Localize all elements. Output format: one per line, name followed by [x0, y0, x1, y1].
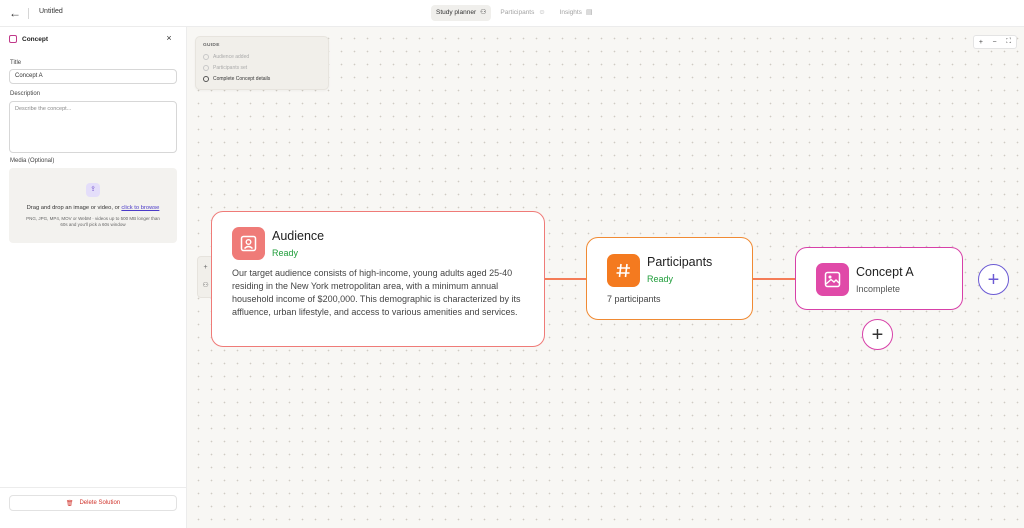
participants-node[interactable]: Participants Ready 7 participants	[586, 237, 753, 320]
guide-item[interactable]: Complete Concept details	[203, 76, 270, 82]
tab-label: Participants	[500, 9, 535, 16]
people-icon: ☺	[538, 9, 546, 16]
image-icon	[816, 263, 849, 296]
circle-icon	[203, 76, 209, 82]
check-circle-icon	[203, 65, 209, 71]
tab-bar: Study planner ⚇ Participants ☺ Insights …	[431, 5, 598, 21]
edge-audience-participants	[545, 278, 586, 280]
guide-item-label: Participants set	[213, 65, 248, 71]
dropzone-text: Drag and drop an image or video, or clic…	[9, 205, 177, 211]
panel-title: Concept	[22, 35, 48, 43]
delete-label: Delete Solution	[79, 500, 121, 506]
node-title: Audience	[272, 229, 325, 243]
tab-label: Insights	[559, 9, 582, 16]
guide-item-label: Complete Concept details	[213, 76, 271, 82]
chart-icon: ▤	[585, 9, 593, 16]
hash-icon	[607, 254, 640, 287]
edge-participants-concept	[753, 278, 795, 280]
add-node-below-button[interactable]: +	[862, 319, 893, 350]
divider	[28, 8, 29, 19]
node-title: Concept A	[856, 265, 914, 279]
description-textarea[interactable]: Describe the concept...	[9, 101, 177, 153]
tab-insights[interactable]: Insights ▤	[555, 5, 598, 21]
guide-item-label: Audience added	[213, 54, 250, 60]
media-dropzone[interactable]: ⇪ Drag and drop an image or video, or cl…	[9, 168, 177, 243]
tab-study-planner[interactable]: Study planner ⚇	[431, 5, 492, 21]
dropzone-hint: PNG, JPG, MP4, MOV or WebM · videos up t…	[26, 216, 160, 227]
guide-item: Participants set	[203, 65, 247, 71]
zoom-controls: + − ⛶	[973, 35, 1017, 49]
add-node-right-button[interactable]: +	[978, 264, 1009, 295]
description-label: Description	[10, 91, 41, 97]
guide-panel: GUIDE Audience added Participants set Co…	[195, 36, 329, 90]
title-label: Title	[10, 60, 22, 66]
flow-icon: ⚇	[480, 9, 487, 16]
top-bar: ← Untitled Study planner ⚇ Participants …	[0, 0, 1024, 27]
status-ready: Ready	[272, 248, 299, 258]
upload-icon: ⇪	[86, 183, 100, 197]
document-title[interactable]: Untitled	[39, 8, 63, 15]
concept-icon	[9, 35, 17, 43]
divider	[0, 487, 186, 488]
concept-node[interactable]: Concept A Incomplete	[795, 247, 963, 310]
delete-solution-button[interactable]: 🗑 Delete Solution	[9, 495, 177, 511]
audience-description: Our target audience consists of high-inc…	[232, 268, 521, 317]
dropzone-main-text: Drag and drop an image or video, or	[26, 205, 120, 211]
media-label: Media (Optional)	[10, 158, 55, 164]
title-input[interactable]: Concept A	[9, 69, 177, 84]
audience-node[interactable]: Audience Ready Our target audience consi…	[211, 211, 545, 347]
tab-label: Study planner	[436, 9, 477, 16]
guide-title: GUIDE	[203, 43, 220, 48]
check-circle-icon	[203, 54, 209, 60]
user-card-icon	[232, 227, 265, 260]
zoom-out-icon[interactable]: −	[993, 39, 997, 46]
plus-icon: +	[871, 323, 884, 346]
status-ready: Ready	[647, 274, 674, 284]
node-title: Participants	[647, 255, 713, 269]
tab-participants[interactable]: Participants ☺	[495, 5, 550, 21]
participant-count: 7 participants	[607, 294, 661, 304]
fit-view-icon[interactable]: ⛶	[1006, 38, 1011, 46]
close-icon[interactable]: ×	[164, 33, 174, 43]
zoom-in-icon[interactable]: +	[979, 39, 983, 46]
status-incomplete: Incomplete	[856, 284, 901, 294]
concept-panel: Concept × Title Concept A Description De…	[0, 27, 187, 528]
browse-link[interactable]: click to browse	[121, 205, 159, 211]
flow-canvas[interactable]: GUIDE Audience added Participants set Co…	[187, 27, 1024, 528]
arrow-left-icon[interactable]: ←	[8, 6, 22, 20]
plus-icon: +	[987, 268, 1000, 291]
trash-icon: 🗑	[65, 500, 74, 507]
guide-item: Audience added	[203, 54, 249, 60]
panel-header: Concept	[9, 35, 48, 43]
